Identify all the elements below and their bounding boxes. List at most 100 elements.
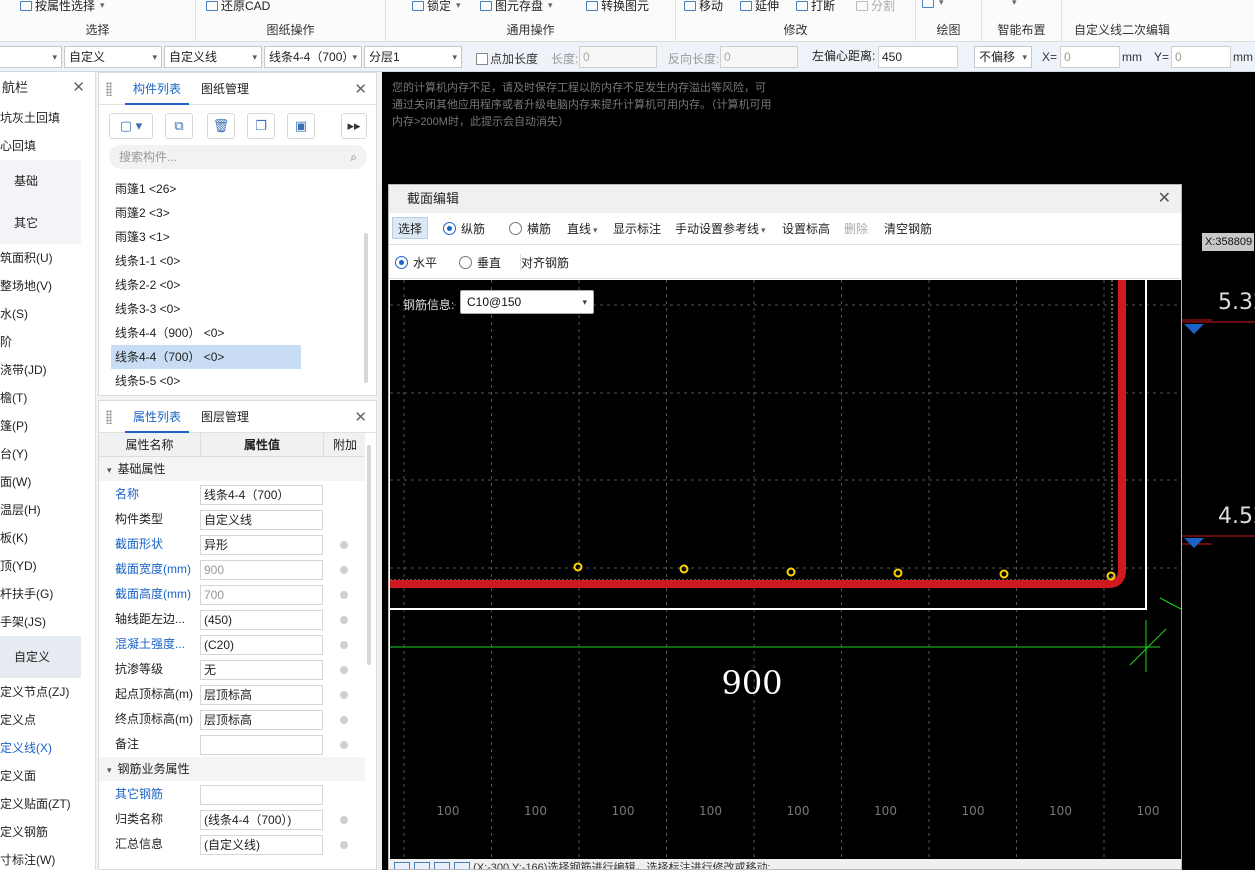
nav-item[interactable]: 手架(JS) xyxy=(0,608,95,636)
property-scrollbar[interactable] xyxy=(367,445,371,665)
close-icon[interactable]: ✕ xyxy=(1158,185,1171,213)
component-list-item[interactable]: 雨篷1 <26> xyxy=(111,177,301,201)
attach-toggle-icon[interactable] xyxy=(340,816,348,824)
set-elevation-button[interactable]: 设置标高 xyxy=(782,220,830,237)
nav-item[interactable]: 檐(T) xyxy=(0,384,95,412)
vertical-radio[interactable]: 垂直 xyxy=(459,254,501,271)
attach-toggle-icon[interactable] xyxy=(340,641,348,649)
nav-item[interactable]: 筑面积(U) xyxy=(0,244,95,272)
status-tool-icon[interactable] xyxy=(454,862,470,869)
tab-component-list[interactable]: 构件列表 xyxy=(125,73,190,105)
nav-item[interactable]: 定义点 xyxy=(0,706,95,734)
nav-item[interactable]: 面(W) xyxy=(0,468,95,496)
manual-ref-dropdown[interactable]: 手动设置参考线 xyxy=(675,220,766,237)
component-list-item[interactable]: 雨篷2 <3> xyxy=(111,201,301,225)
nav-item[interactable]: 心回填 xyxy=(0,132,95,160)
property-value[interactable] xyxy=(200,735,323,755)
align-rebar-button[interactable]: 对齐钢筋 xyxy=(520,254,569,271)
length-input[interactable]: 0 xyxy=(579,46,657,68)
offset-mode-select[interactable]: 不偏移 xyxy=(974,46,1032,68)
select-button[interactable]: 选择 xyxy=(392,217,429,239)
attach-toggle-icon[interactable] xyxy=(340,591,348,599)
restore-cad-button[interactable]: 还原CAD xyxy=(206,0,270,14)
property-value[interactable]: 异形 xyxy=(200,535,323,555)
tab-property-list[interactable]: 属性列表 xyxy=(125,401,190,433)
nav-item[interactable]: 温层(H) xyxy=(0,496,95,524)
longitudinal-radio[interactable]: 纵筋 xyxy=(443,220,485,237)
nav-item[interactable]: 定义钢筋 xyxy=(0,818,95,846)
category-select[interactable] xyxy=(0,46,62,68)
nav-item[interactable]: 自定义 xyxy=(0,636,81,678)
convert-element-button[interactable]: 转换图元 xyxy=(586,0,649,14)
draw-tool-button[interactable] xyxy=(922,0,944,8)
type-select[interactable]: 自定义 xyxy=(64,46,162,68)
element-select[interactable]: 线条4-4（700） xyxy=(264,46,362,68)
split-button[interactable]: 分割 xyxy=(856,0,895,14)
attach-toggle-icon[interactable] xyxy=(340,541,348,549)
clear-rebar-button[interactable]: 清空钢筋 xyxy=(884,220,932,237)
property-value[interactable]: 自定义线 xyxy=(200,510,323,530)
attach-toggle-icon[interactable] xyxy=(340,691,348,699)
move-button[interactable]: 移动 xyxy=(684,0,723,14)
property-value[interactable]: (自定义线) xyxy=(200,835,323,855)
x-input[interactable]: 0 xyxy=(1060,46,1120,68)
section-canvas[interactable]: 900 100 100 100 100 100 100 100 100 100 钢筋信息: C1… xyxy=(390,280,1181,860)
property-group-header[interactable]: 基础属性 xyxy=(99,457,365,481)
component-list-item[interactable]: 线条4-4（700） <0> xyxy=(111,345,301,369)
component-list-item[interactable]: 线条4-4（900） <0> xyxy=(111,321,301,345)
nav-item[interactable]: 水(S) xyxy=(0,300,95,328)
nav-item[interactable]: 整场地(V) xyxy=(0,272,95,300)
nav-item[interactable]: 顶(YD) xyxy=(0,552,95,580)
property-value[interactable]: 900 xyxy=(200,560,323,580)
nav-item[interactable]: 寸标注(W) xyxy=(0,846,95,870)
nav-item[interactable]: 杆扶手(G) xyxy=(0,580,95,608)
attach-toggle-icon[interactable] xyxy=(340,666,348,674)
component-list-item[interactable]: 线条5-5 <0> xyxy=(111,369,301,393)
attach-toggle-icon[interactable] xyxy=(340,566,348,574)
attach-toggle-icon[interactable] xyxy=(340,741,348,749)
more-icon[interactable]: ▸▸ xyxy=(341,113,367,139)
status-tool-icon[interactable] xyxy=(394,862,410,869)
property-value[interactable]: (线条4-4（700）) xyxy=(200,810,323,830)
offset-input[interactable]: 450 xyxy=(878,46,958,68)
nav-item[interactable]: 定义线(X) xyxy=(0,734,95,762)
close-icon[interactable]: ✕ xyxy=(354,80,367,98)
lock-button[interactable]: 锁定 xyxy=(412,0,461,14)
select-by-property-button[interactable]: 按属性选择 xyxy=(20,0,105,14)
property-value[interactable]: 无 xyxy=(200,660,323,680)
component-search-input[interactable]: 搜索构件... ⌕ xyxy=(109,145,367,169)
smart-layout-dropdown[interactable] xyxy=(1010,0,1017,8)
component-list-item[interactable]: 雨篷3 <1> xyxy=(111,225,301,249)
status-tool-icon[interactable] xyxy=(434,862,450,869)
tab-drawing-management[interactable]: 图纸管理 xyxy=(193,73,257,105)
property-value[interactable]: 700 xyxy=(200,585,323,605)
component-list-item[interactable]: 线条1-1 <0> xyxy=(111,249,301,273)
attach-toggle-icon[interactable] xyxy=(340,716,348,724)
nav-item[interactable]: 定义贴面(ZT) xyxy=(0,790,95,818)
new-component-icon[interactable]: ▢ ▾ xyxy=(109,113,153,139)
nav-item[interactable]: 定义面 xyxy=(0,762,95,790)
property-value[interactable]: 线条4-4（700） xyxy=(200,485,323,505)
extend-button[interactable]: 延伸 xyxy=(740,0,779,14)
drag-handle-icon[interactable] xyxy=(106,410,112,424)
show-dims-button[interactable]: 显示标注 xyxy=(613,220,661,237)
line-dropdown[interactable]: 直线 xyxy=(567,220,598,237)
subtype-select[interactable]: 自定义线 xyxy=(164,46,262,68)
property-value[interactable]: 层顶标高 xyxy=(200,710,323,730)
nav-item[interactable]: 板(K) xyxy=(0,524,95,552)
point-length-checkbox[interactable]: 点加长度 xyxy=(476,50,538,67)
component-scrollbar[interactable] xyxy=(364,233,368,383)
nav-item[interactable]: 定义节点(ZJ) xyxy=(0,678,95,706)
layer-copy-icon[interactable]: ▣ xyxy=(287,113,315,139)
property-group-header[interactable]: 钢筋业务属性 xyxy=(99,757,365,781)
nav-item[interactable]: 其它 xyxy=(0,202,81,244)
nav-item[interactable]: 基础 xyxy=(0,160,81,202)
layer-select[interactable]: 分层1 xyxy=(364,46,462,68)
delete-icon[interactable]: 🗑 xyxy=(207,113,235,139)
attach-toggle-icon[interactable] xyxy=(340,841,348,849)
delete-button[interactable]: 删除 xyxy=(844,220,868,237)
component-list-item[interactable]: 线条2-2 <0> xyxy=(111,273,301,297)
horizontal-radio[interactable]: 水平 xyxy=(395,254,437,271)
drag-handle-icon[interactable] xyxy=(106,82,112,96)
property-value[interactable] xyxy=(200,785,323,805)
